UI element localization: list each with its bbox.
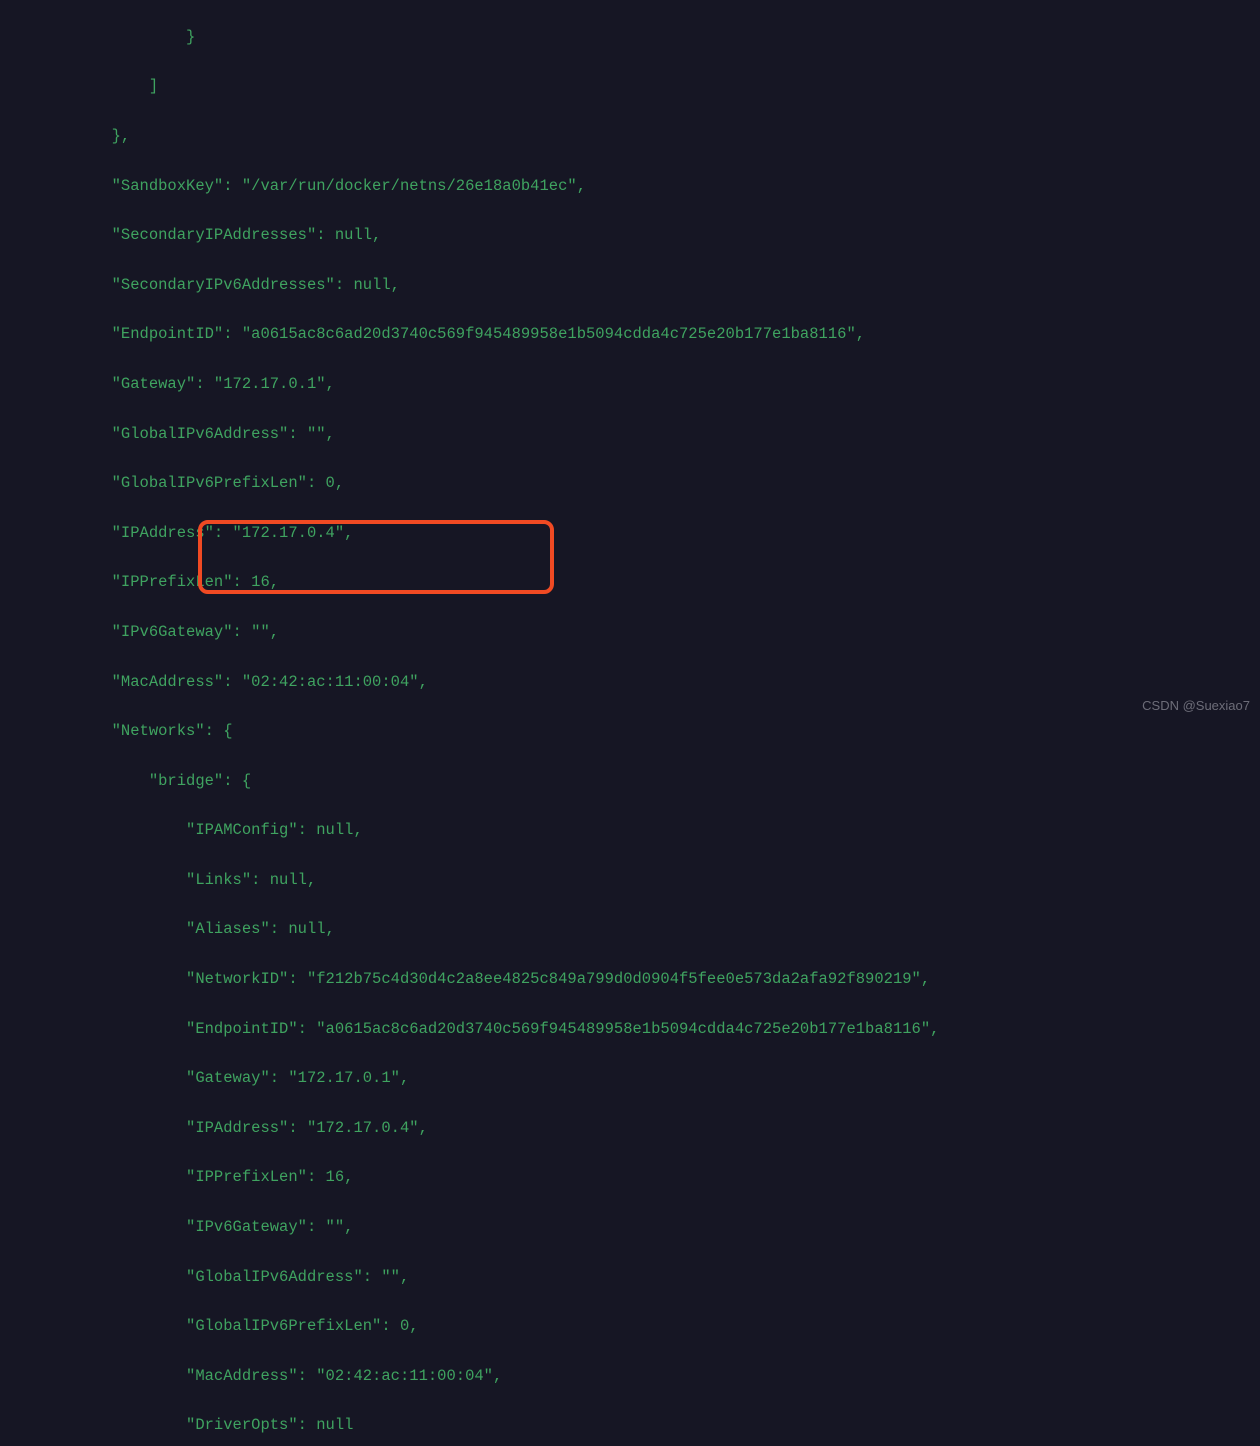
code-line: "IPPrefixLen": 16,	[0, 570, 1260, 595]
code-line: "Links": null,	[0, 868, 1260, 893]
code-line: "EndpointID": "a0615ac8c6ad20d3740c569f9…	[0, 1017, 1260, 1042]
code-line: "Gateway": "172.17.0.1",	[0, 372, 1260, 397]
code-line: "IPv6Gateway": "",	[0, 620, 1260, 645]
code-line: "GlobalIPv6Address": "",	[0, 1265, 1260, 1290]
code-line: "GlobalIPv6PrefixLen": 0,	[0, 1314, 1260, 1339]
code-line: "NetworkID": "f212b75c4d30d4c2a8ee4825c8…	[0, 967, 1260, 992]
code-line: "MacAddress": "02:42:ac:11:00:04",	[0, 670, 1260, 695]
code-line: ]	[0, 74, 1260, 99]
code-line: "MacAddress": "02:42:ac:11:00:04",	[0, 1364, 1260, 1389]
code-line: "IPv6Gateway": "",	[0, 1215, 1260, 1240]
code-line: "SecondaryIPv6Addresses": null,	[0, 273, 1260, 298]
code-line: "bridge": {	[0, 769, 1260, 794]
code-line: "DriverOpts": null	[0, 1413, 1260, 1438]
code-line: }	[0, 25, 1260, 50]
code-line: "Gateway": "172.17.0.1",	[0, 1066, 1260, 1091]
code-line: "SecondaryIPAddresses": null,	[0, 223, 1260, 248]
code-line: "IPAddress": "172.17.0.4",	[0, 1116, 1260, 1141]
code-line: "IPPrefixLen": 16,	[0, 1165, 1260, 1190]
code-line: "GlobalIPv6Address": "",	[0, 422, 1260, 447]
code-line: "GlobalIPv6PrefixLen": 0,	[0, 471, 1260, 496]
code-line: "Aliases": null,	[0, 917, 1260, 942]
watermark: CSDN @Suexiao7	[1142, 696, 1250, 717]
code-line: "IPAddress": "172.17.0.4",	[0, 521, 1260, 546]
code-line: "IPAMConfig": null,	[0, 818, 1260, 843]
terminal-output: } ] }, "SandboxKey": "/var/run/docker/ne…	[0, 0, 1260, 1446]
code-line: "SandboxKey": "/var/run/docker/netns/26e…	[0, 174, 1260, 199]
code-line: },	[0, 124, 1260, 149]
code-line: "EndpointID": "a0615ac8c6ad20d3740c569f9…	[0, 322, 1260, 347]
